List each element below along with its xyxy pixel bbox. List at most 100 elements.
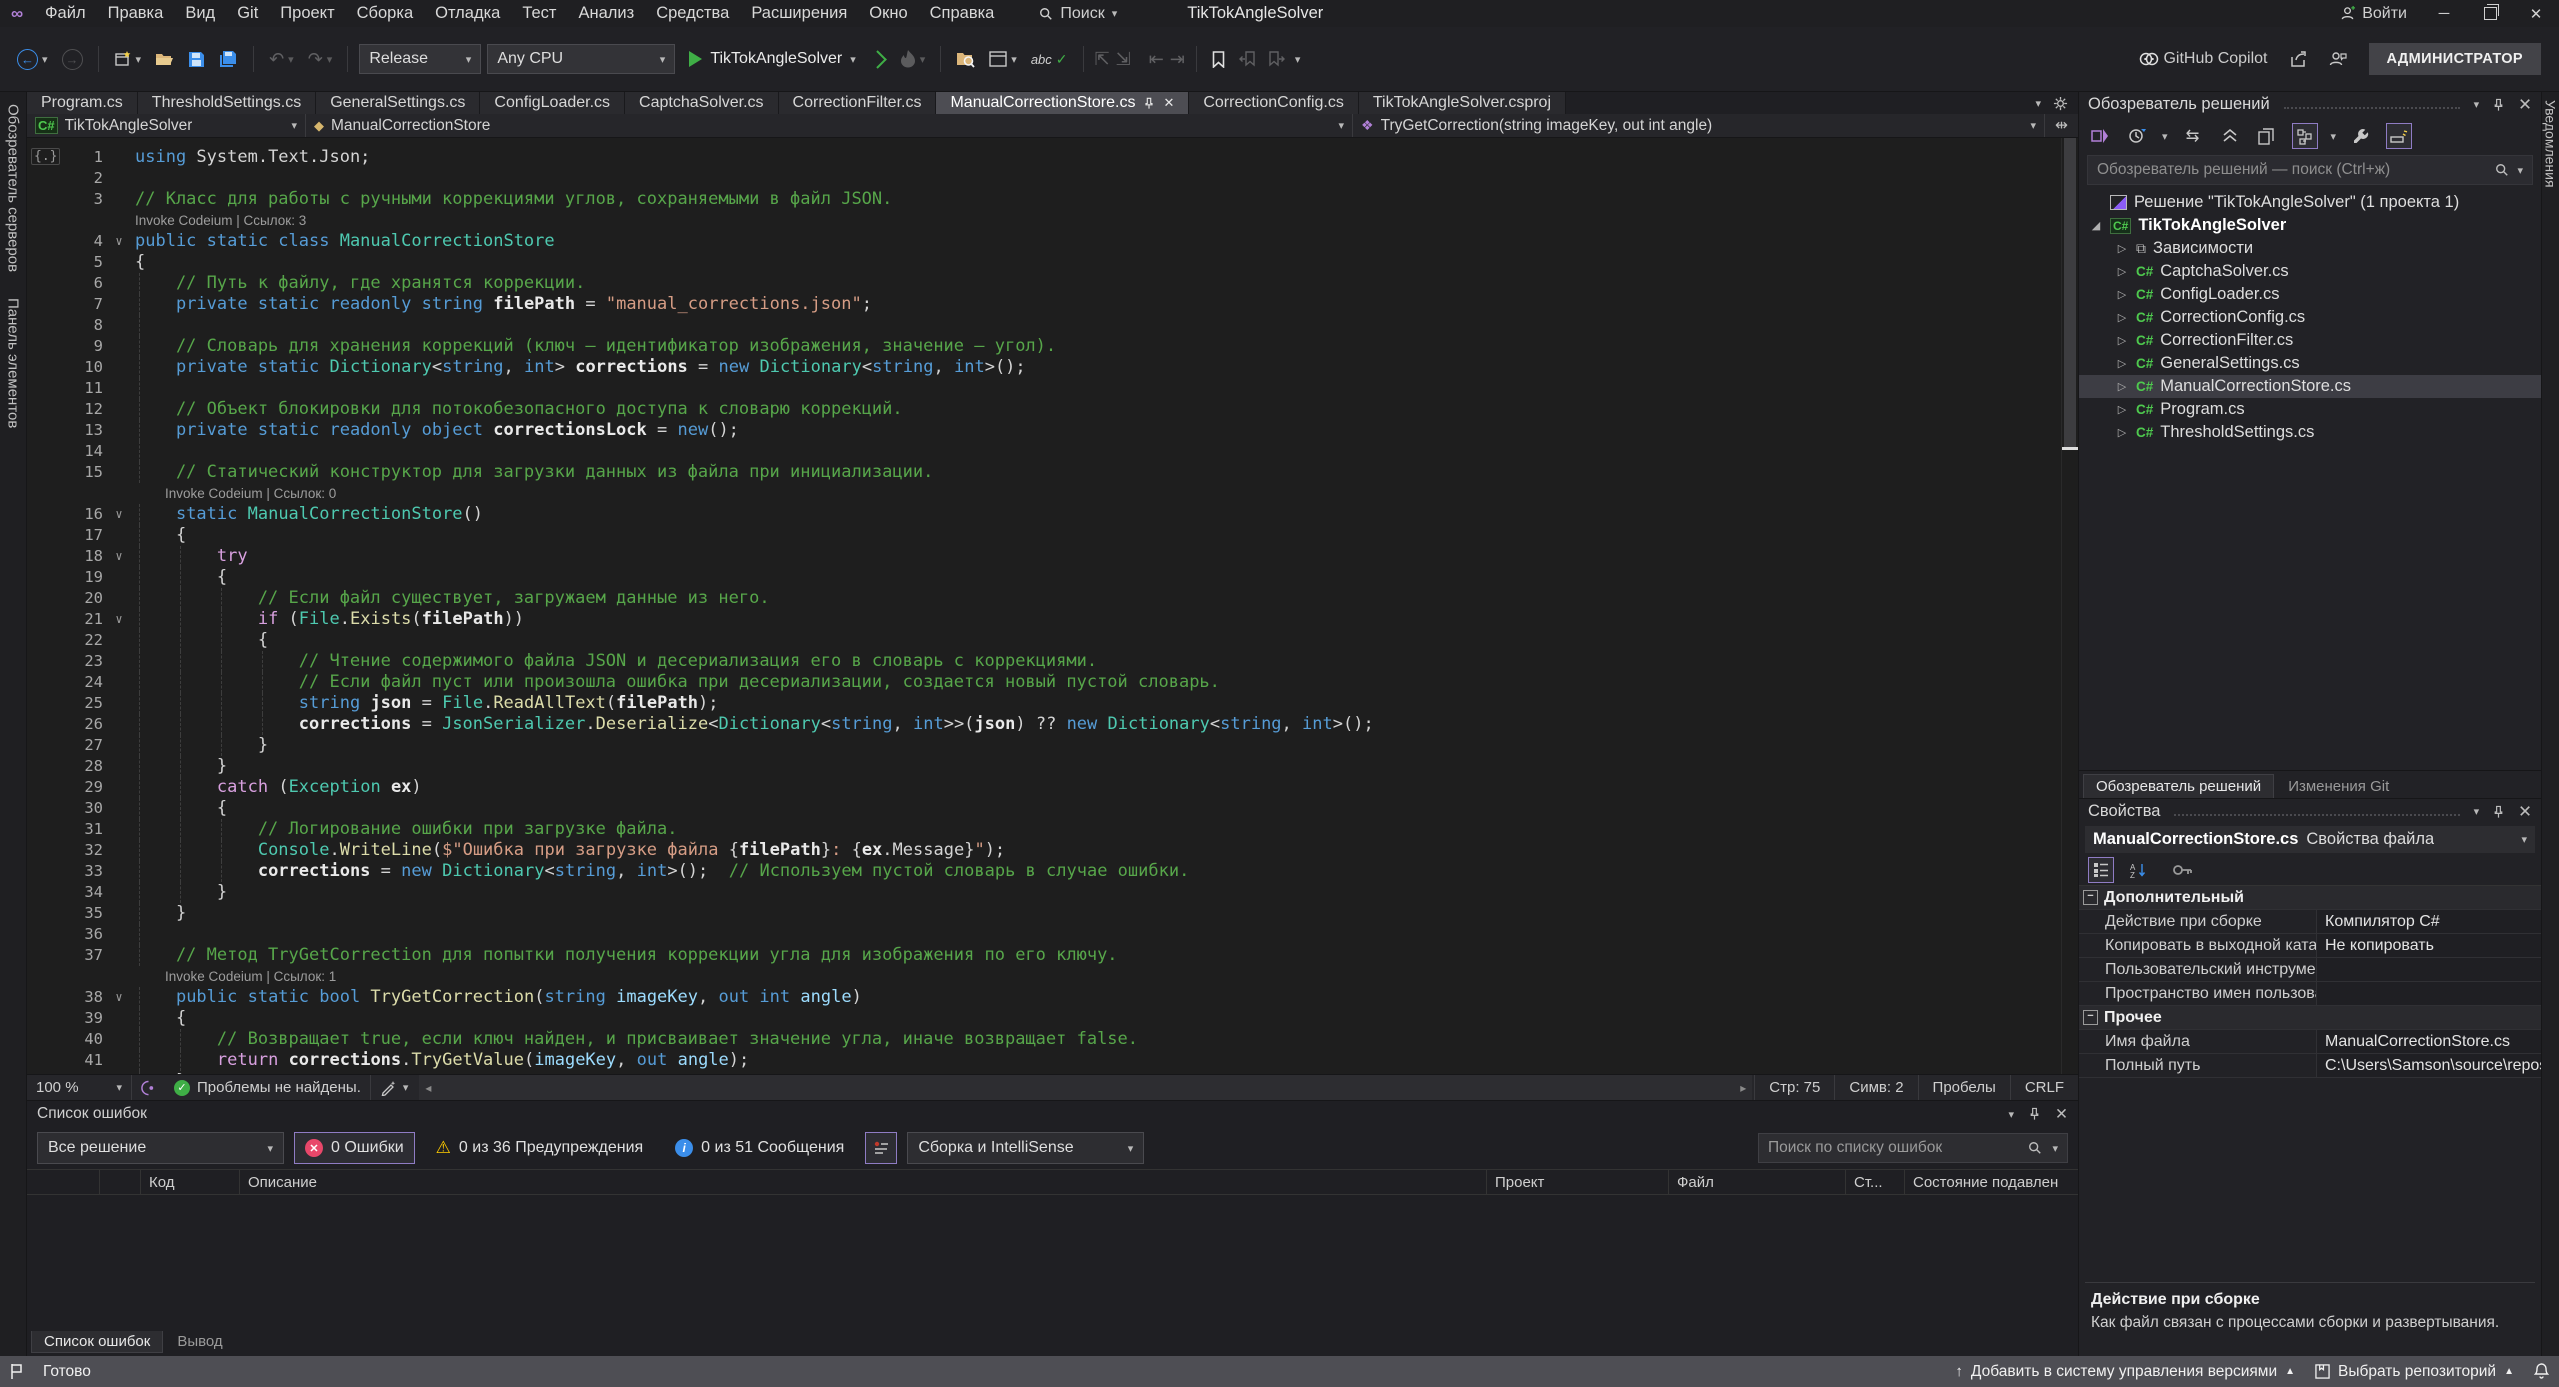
health-indicator[interactable]: ✓ Проблемы не найдены. <box>165 1075 370 1100</box>
select-repository-button[interactable]: Выбрать репозиторий ▲ <box>2305 1356 2524 1387</box>
tree-item-correctionfilter-cs[interactable]: ▷C#CorrectionFilter.cs <box>2079 329 2541 352</box>
tab-program-cs[interactable]: Program.cs <box>27 92 138 114</box>
warnings-filter-button[interactable]: ⚠ 0 из 36 Предупреждения <box>425 1132 655 1164</box>
collapse-all-button[interactable] <box>2218 124 2242 148</box>
panel-options-caret-icon[interactable]: ▾ <box>2474 805 2480 818</box>
code-cleanup-button[interactable]: abc ✓ <box>1027 47 1072 72</box>
redo-button[interactable]: ↷▾ <box>304 45 337 74</box>
tree-item-решение-tiktokanglesolver-1-проекта-1[interactable]: Решение "TikTokAngleSolver" (1 проекта 1… <box>2079 191 2541 214</box>
menu-файл[interactable]: Файл <box>34 0 97 27</box>
tab-manualcorrectionstore-cs[interactable]: ManualCorrectionStore.cs✕ <box>936 92 1189 114</box>
property-value[interactable]: C:\Users\Samson\source\repos\Ti <box>2317 1054 2541 1077</box>
close-button[interactable]: ✕ <box>2513 0 2559 27</box>
search-box[interactable]: Поиск ▾ <box>1029 3 1127 25</box>
show-all-files-toggle[interactable] <box>2292 123 2318 149</box>
tree-item-correctionconfig-cs[interactable]: ▷C#CorrectionConfig.cs <box>2079 306 2541 329</box>
pin-icon[interactable] <box>2492 805 2505 819</box>
tab-captchasolver-cs[interactable]: CaptchaSolver.cs <box>625 92 779 114</box>
column-header[interactable] <box>100 1170 141 1194</box>
drag-handle[interactable] <box>2174 807 2459 816</box>
scroll-left-icon[interactable]: ◂ <box>419 1081 437 1095</box>
error-list-body[interactable] <box>27 1195 2078 1331</box>
menu-окно[interactable]: Окно <box>858 0 918 27</box>
collapse-box-icon[interactable]: − <box>2083 890 2098 905</box>
alphabetical-view-button[interactable]: AZ <box>2126 858 2150 882</box>
close-panel-icon[interactable]: ✕ <box>2518 95 2532 115</box>
panel-options-caret-icon[interactable]: ▾ <box>2008 1108 2014 1121</box>
hot-reload-button[interactable]: ▾ <box>897 46 930 72</box>
line-indicator[interactable]: Стр: 75 <box>1754 1075 1834 1100</box>
codelens-indicator[interactable]: Invoke Codeium | Ссылок: 3 <box>135 210 306 231</box>
start-debugging-button[interactable]: TikTokAngleSolver ▾ <box>681 47 863 71</box>
zoom-dropdown[interactable]: 100 % ▾ <box>27 1075 132 1100</box>
filter-toggle-button[interactable] <box>865 1132 897 1164</box>
menu-расширения[interactable]: Расширения <box>740 0 858 27</box>
fold-chevron-icon[interactable]: ∨ <box>103 231 135 252</box>
collapsed-chevron-icon[interactable]: ▷ <box>2115 311 2129 324</box>
menu-правка[interactable]: Правка <box>97 0 175 27</box>
toolbox-vertical-tab[interactable]: Панель элементов <box>5 298 22 428</box>
properties-object-dropdown[interactable]: ManualCorrectionStore.cs Свойства файла … <box>2085 826 2535 853</box>
tab-options-gear-icon[interactable] <box>2053 96 2068 111</box>
tab-correctionfilter-cs[interactable]: CorrectionFilter.cs <box>779 92 937 114</box>
pin-icon[interactable] <box>2492 98 2505 112</box>
toggle-bookmark-button[interactable] <box>1208 47 1229 72</box>
show-all-files-caret-icon[interactable]: ▾ <box>2331 130 2337 143</box>
property-value[interactable] <box>2317 958 2541 981</box>
fold-chevron-icon[interactable]: ∨ <box>103 546 135 567</box>
property-value[interactable]: Не копировать <box>2317 934 2541 957</box>
panel-tab-изменения-git[interactable]: Изменения Git <box>2276 775 2401 798</box>
new-window-button[interactable]: ▾ <box>985 47 1021 71</box>
github-copilot-button[interactable]: GitHub Copilot <box>2135 46 2271 72</box>
share-button[interactable] <box>2286 47 2311 72</box>
property-row-имя-файла[interactable]: Имя файлаManualCorrectionStore.cs <box>2079 1030 2541 1054</box>
collapsed-chevron-icon[interactable]: ▷ <box>2115 403 2129 416</box>
collapsed-chevron-icon[interactable]: ▷ <box>2115 357 2129 370</box>
pending-changes-filter-button[interactable] <box>2125 124 2149 148</box>
notifications-bell-button[interactable] <box>2524 1356 2559 1387</box>
properties-pages-button[interactable] <box>2255 124 2279 148</box>
property-row-полный-путь[interactable]: Полный путьC:\Users\Samson\source\repos\… <box>2079 1054 2541 1078</box>
breadcrumb-project-dropdown[interactable]: C# TikTokAngleSolver ▾ <box>27 114 306 137</box>
panel-tab-вывод[interactable]: Вывод <box>165 1331 234 1352</box>
error-source-dropdown[interactable]: Сборка и IntelliSense▾ <box>907 1132 1144 1164</box>
panel-options-caret-icon[interactable]: ▾ <box>2474 98 2480 111</box>
fold-chevron-icon[interactable]: ∨ <box>103 987 135 1008</box>
split-editor-button[interactable]: ⇹ <box>2044 114 2078 137</box>
collapsed-chevron-icon[interactable]: ▷ <box>2115 426 2129 439</box>
notifications-vertical-tab[interactable]: Уведомления <box>2543 100 2559 188</box>
property-value[interactable] <box>2317 982 2541 1005</box>
property-value[interactable]: Компилятор C# <box>2317 910 2541 933</box>
menu-тест[interactable]: Тест <box>511 0 567 27</box>
tree-item-manualcorrectionstore-cs[interactable]: ▷C#ManualCorrectionStore.cs <box>2079 375 2541 398</box>
categorized-view-button[interactable] <box>2088 857 2114 883</box>
pin-icon[interactable] <box>1143 97 1155 110</box>
property-row-пространство-имен-пользователя[interactable]: Пространство имен пользователя <box>2079 982 2541 1006</box>
next-bookmark-button[interactable] <box>1265 47 1289 71</box>
menu-средства[interactable]: Средства <box>645 0 740 27</box>
column-header-ст[interactable]: Ст... <box>1846 1170 1905 1194</box>
comment-out-button[interactable]: ⇱ <box>1095 49 1110 70</box>
error-search-input[interactable]: Поиск по списку ошибок ▾ <box>1758 1133 2068 1163</box>
menu-git[interactable]: Git <box>226 0 269 27</box>
tab-list-caret-icon[interactable]: ▾ <box>2035 97 2041 110</box>
minimize-button[interactable]: ─ <box>2421 0 2467 27</box>
messages-filter-button[interactable]: i 0 из 51 Сообщения <box>664 1132 855 1164</box>
tree-item-configloader-cs[interactable]: ▷C#ConfigLoader.cs <box>2079 283 2541 306</box>
add-to-source-control-button[interactable]: ↑ Добавить в систему управления версиями… <box>1945 1356 2305 1387</box>
tree-item-program-cs[interactable]: ▷C#Program.cs <box>2079 398 2541 421</box>
intellicode-button[interactable] <box>132 1075 165 1100</box>
collapsed-chevron-icon[interactable]: ▷ <box>2115 265 2129 278</box>
tree-item-generalsettings-cs[interactable]: ▷C#GeneralSettings.cs <box>2079 352 2541 375</box>
sync-with-active-document-button[interactable]: ⇆ <box>2181 124 2205 148</box>
close-panel-icon[interactable]: ✕ <box>2518 802 2532 822</box>
properties-button[interactable] <box>2349 124 2373 148</box>
column-header-проект[interactable]: Проект <box>1487 1170 1669 1194</box>
navigate-back-button[interactable]: ← ▾ <box>13 45 52 74</box>
errors-filter-button[interactable]: ✕ 0 Ошибки <box>294 1132 415 1164</box>
tab-thresholdsettings-cs[interactable]: ThresholdSettings.cs <box>138 92 316 114</box>
uncomment-button[interactable]: ⇲ <box>1116 49 1131 70</box>
solution-explorer-search-input[interactable]: Обозреватель решений — поиск (Ctrl+ж) ▾ <box>2087 155 2533 185</box>
close-panel-icon[interactable]: ✕ <box>2055 1105 2068 1124</box>
column-header-описание[interactable]: Описание <box>240 1170 1487 1194</box>
